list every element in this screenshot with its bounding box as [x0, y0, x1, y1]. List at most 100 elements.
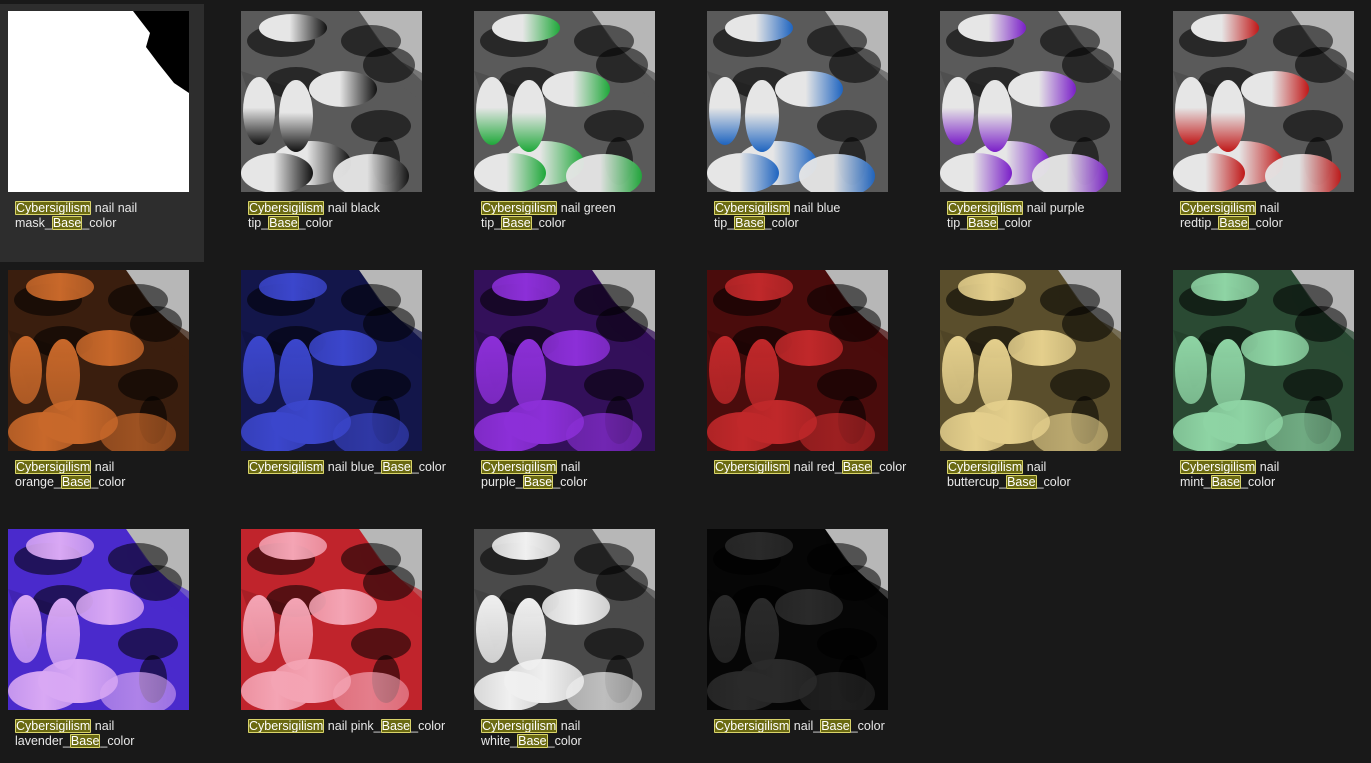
- file-thumbnail[interactable]: [241, 529, 422, 710]
- file-name-label[interactable]: Cybersigilism nail nail mask_Base_color: [15, 201, 220, 231]
- file-thumbnail[interactable]: [8, 11, 189, 192]
- search-match-highlight: Base: [1006, 475, 1037, 489]
- file-thumbnail[interactable]: [940, 270, 1121, 451]
- file-name-text: _color: [1241, 475, 1276, 489]
- file-thumbnail[interactable]: [474, 11, 655, 192]
- file-thumbnail[interactable]: [241, 11, 422, 192]
- file-name-text: purple_: [481, 475, 523, 489]
- file-name-text: _color: [100, 734, 135, 748]
- file-thumbnail[interactable]: [1173, 11, 1354, 192]
- texture-thumbnail-image: [241, 529, 422, 710]
- search-match-highlight: Base: [522, 475, 554, 489]
- file-name-text: nail: [1256, 460, 1280, 474]
- file-grid: Cybersigilism nail nail mask_Base_color Cy…: [0, 0, 1371, 763]
- file-name-label[interactable]: Cybersigilism nail white_Base_color: [481, 719, 686, 749]
- texture-thumbnail-image: [707, 529, 888, 710]
- file-name-text: nail black: [324, 201, 380, 215]
- file-thumbnail[interactable]: [707, 11, 888, 192]
- search-match-highlight: Base: [380, 719, 412, 733]
- file-name-label[interactable]: Cybersigilism nail blue_Base_color: [248, 460, 453, 475]
- file-name-label[interactable]: Cybersigilism nail green tip_Base_color: [481, 201, 686, 231]
- search-match-highlight: Base: [69, 734, 101, 748]
- file-name-text: buttercup_: [947, 475, 1007, 489]
- search-match-highlight: Cybersigilism: [1180, 460, 1257, 474]
- file-name-label[interactable]: Cybersigilism nail lavender_Base_color: [15, 719, 220, 749]
- search-match-highlight: Cybersigilism: [15, 719, 92, 733]
- search-match-highlight: Base: [51, 216, 83, 230]
- file-thumbnail[interactable]: [707, 529, 888, 710]
- file-name-label[interactable]: Cybersigilism nail buttercup_Base_color: [947, 460, 1152, 490]
- file-name-text: orange_: [15, 475, 61, 489]
- file-name-text: _color: [91, 475, 126, 489]
- search-match-highlight: Cybersigilism: [15, 460, 92, 474]
- file-name-text: mask_: [15, 216, 52, 230]
- file-name-text: _color: [411, 460, 446, 474]
- file-name-text: nail: [91, 460, 115, 474]
- texture-thumbnail-image: [474, 11, 655, 192]
- file-name-label[interactable]: Cybersigilism nail redtip_Base_color: [1180, 201, 1371, 231]
- file-name-text: _color: [764, 216, 799, 230]
- file-name-text: tip_: [481, 216, 502, 230]
- file-thumbnail[interactable]: [474, 529, 655, 710]
- file-thumbnail[interactable]: [1173, 270, 1354, 451]
- file-name-text: redtip_: [1180, 216, 1219, 230]
- file-name-label[interactable]: Cybersigilism nail orange_Base_color: [15, 460, 220, 490]
- file-name-text: nail: [557, 460, 581, 474]
- file-name-text: _color: [298, 216, 333, 230]
- file-name-text: _color: [82, 216, 117, 230]
- search-match-highlight: Cybersigilism: [947, 460, 1024, 474]
- texture-thumbnail-image: [707, 11, 888, 192]
- search-match-highlight: Cybersigilism: [248, 460, 325, 474]
- search-match-highlight: Cybersigilism: [714, 460, 791, 474]
- file-name-text: lavender_: [15, 734, 70, 748]
- file-name-label[interactable]: Cybersigilism nail purple_Base_color: [481, 460, 686, 490]
- file-name-text: _color: [411, 719, 446, 733]
- texture-thumbnail-image: [241, 270, 422, 451]
- file-name-label[interactable]: Cybersigilism nail purple tip_Base_color: [947, 201, 1152, 231]
- file-name-text: _color: [872, 460, 907, 474]
- search-match-highlight: Cybersigilism: [481, 460, 558, 474]
- texture-thumbnail-image: [940, 270, 1121, 451]
- texture-thumbnail-image: [8, 11, 189, 192]
- file-name-label[interactable]: Cybersigilism nail red_Base_color: [714, 460, 919, 475]
- file-thumbnail[interactable]: [940, 11, 1121, 192]
- file-name-text: _color: [547, 734, 582, 748]
- file-name-text: _color: [531, 216, 566, 230]
- search-match-highlight: Cybersigilism: [481, 201, 558, 215]
- file-name-label[interactable]: Cybersigilism nail mint_Base_color: [1180, 460, 1371, 490]
- file-name-text: nail pink_: [324, 719, 381, 733]
- file-name-text: nail blue_: [324, 460, 382, 474]
- file-thumbnail[interactable]: [8, 529, 189, 710]
- file-name-text: _color: [1036, 475, 1071, 489]
- search-match-highlight: Base: [381, 460, 412, 474]
- file-name-text: tip_: [947, 216, 968, 230]
- file-thumbnail[interactable]: [8, 270, 189, 451]
- search-match-highlight: Base: [967, 216, 998, 230]
- file-name-label[interactable]: Cybersigilism nail black tip_Base_color: [248, 201, 453, 231]
- file-name-text: _color: [997, 216, 1032, 230]
- file-name-label[interactable]: Cybersigilism nail blue tip_Base_color: [714, 201, 919, 231]
- search-match-highlight: Cybersigilism: [481, 719, 558, 733]
- file-thumbnail[interactable]: [241, 270, 422, 451]
- file-name-text: _color: [553, 475, 588, 489]
- search-match-highlight: Base: [517, 734, 548, 748]
- search-match-highlight: Base: [1210, 475, 1242, 489]
- file-thumbnail[interactable]: [707, 270, 888, 451]
- texture-thumbnail-image: [241, 11, 422, 192]
- file-name-text: nail_: [790, 719, 821, 733]
- file-name-label[interactable]: Cybersigilism nail pink_Base_color: [248, 719, 453, 734]
- texture-thumbnail-image: [940, 11, 1121, 192]
- search-match-highlight: Base: [501, 216, 532, 230]
- texture-thumbnail-image: [707, 270, 888, 451]
- file-name-label[interactable]: Cybersigilism nail_Base_color: [714, 719, 919, 734]
- file-name-text: mint_: [1180, 475, 1211, 489]
- file-name-text: tip_: [248, 216, 269, 230]
- texture-thumbnail-image: [474, 529, 655, 710]
- file-name-text: white_: [481, 734, 518, 748]
- search-match-highlight: Cybersigilism: [248, 201, 325, 215]
- search-match-highlight: Cybersigilism: [15, 201, 92, 215]
- file-name-text: nail nail: [91, 201, 138, 215]
- file-thumbnail[interactable]: [474, 270, 655, 451]
- search-match-highlight: Base: [841, 460, 873, 474]
- texture-thumbnail-image: [1173, 11, 1354, 192]
